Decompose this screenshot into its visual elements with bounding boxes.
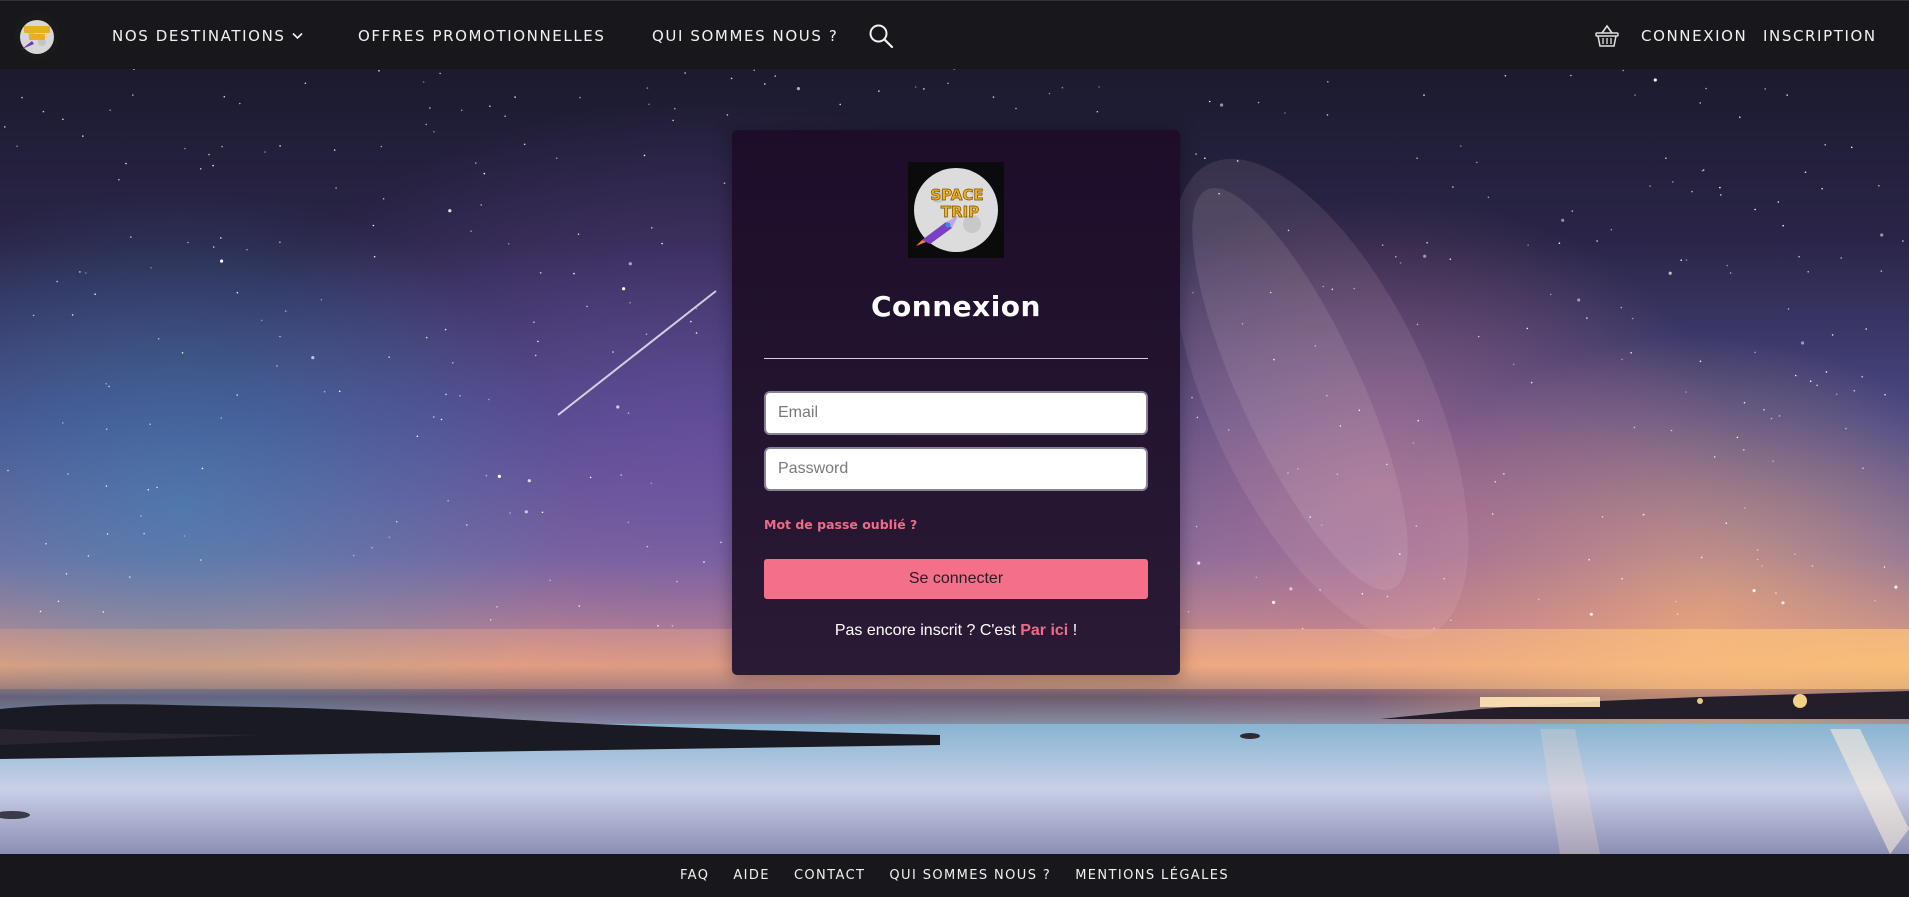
search-icon[interactable] <box>868 23 894 49</box>
login-card: SPACE TRIP Connexion Mot de passe oublié… <box>732 130 1180 675</box>
footer-link-aide[interactable]: Aide <box>733 868 770 883</box>
nav-login-link[interactable]: Connexion <box>1641 1 1747 70</box>
nav-signup-label: Inscription <box>1763 26 1877 45</box>
signup-prefix-text: Pas encore inscrit ? C'est <box>834 622 1021 639</box>
nav-login-label: Connexion <box>1641 26 1748 45</box>
footer-link-legal[interactable]: Mentions légales <box>1075 868 1229 883</box>
forgot-password-link[interactable]: Mot de passe oublié ? <box>764 517 917 532</box>
footer-link-about[interactable]: Qui sommes nous ? <box>889 868 1051 883</box>
login-title: Connexion <box>871 290 1041 323</box>
nav-signup-link[interactable]: Inscription <box>1763 1 1877 70</box>
brand-logo[interactable] <box>14 13 60 59</box>
top-navbar: Nos destinations Offres promotionnelles … <box>0 0 1909 69</box>
logo-text-trip: TRIP <box>941 203 979 221</box>
footer-link-contact[interactable]: Contact <box>794 868 865 883</box>
space-trip-logo: SPACE TRIP <box>908 162 1004 258</box>
nav-promotions-link[interactable]: Offres promotionnelles <box>358 1 606 70</box>
space-trip-logo-icon: SPACE TRIP <box>908 162 1004 258</box>
nav-about-label: Qui sommes nous ? <box>652 26 839 45</box>
email-input[interactable] <box>764 391 1148 435</box>
basket-icon[interactable] <box>1594 23 1620 49</box>
nav-about-link[interactable]: Qui sommes nous ? <box>652 1 838 70</box>
nav-destinations-label: Nos destinations <box>112 26 286 45</box>
logo-text-space: SPACE <box>930 186 983 204</box>
nav-promotions-label: Offres promotionnelles <box>358 26 606 45</box>
footer-bar: FAQ Aide Contact Qui sommes nous ? Menti… <box>0 854 1909 897</box>
login-submit-button[interactable]: Se connecter <box>764 559 1148 599</box>
footer-link-faq[interactable]: FAQ <box>680 868 709 883</box>
password-input[interactable] <box>764 447 1148 491</box>
signup-suffix-text: ! <box>1068 622 1078 639</box>
space-trip-logo-icon <box>14 13 60 59</box>
nav-destinations-dropdown[interactable]: Nos destinations <box>112 1 303 70</box>
signup-prompt: Pas encore inscrit ? C'est Par ici ! <box>732 622 1180 640</box>
title-divider <box>764 358 1148 359</box>
signup-link[interactable]: Par ici <box>1020 622 1068 639</box>
chevron-down-icon <box>291 32 303 40</box>
